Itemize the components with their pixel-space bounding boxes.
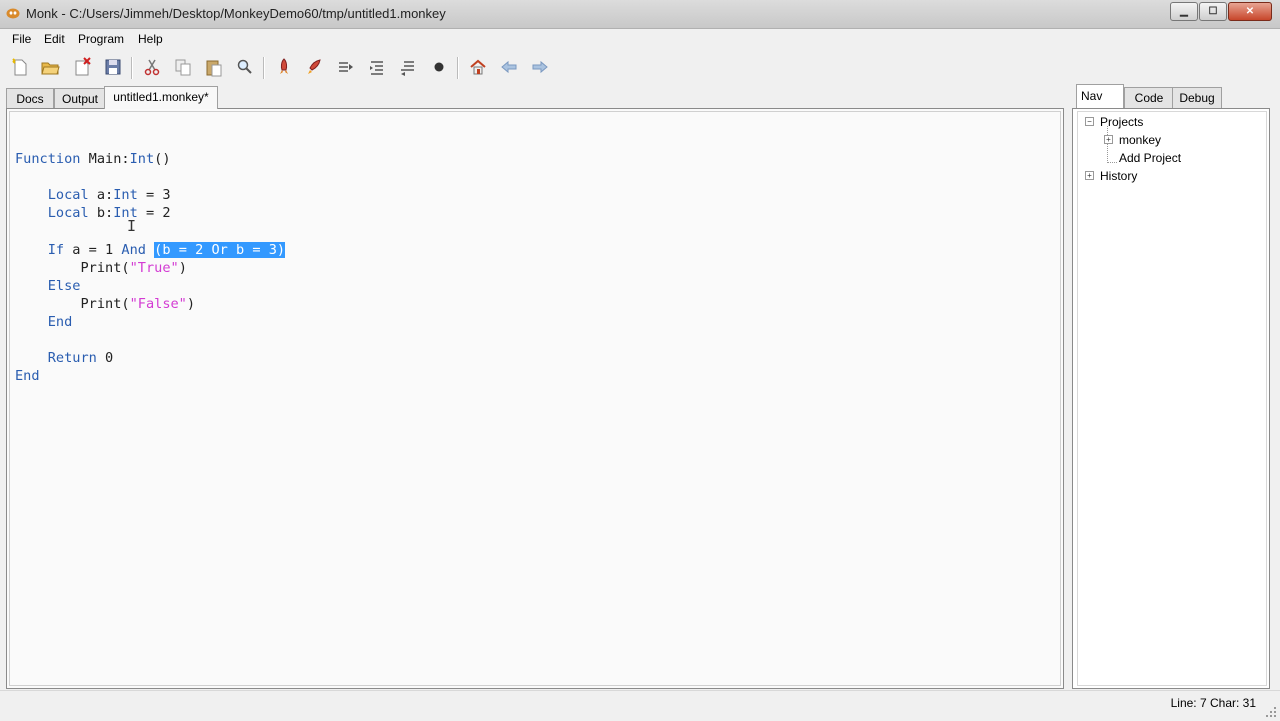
code-editor[interactable]: Function Main:Int() Local a:Int = 3 Loca… (6, 108, 1064, 689)
close-window-button[interactable]: ✕ (1228, 2, 1272, 21)
menu-help[interactable]: Help (138, 32, 163, 46)
editor-area[interactable]: Function Main:Int() Local a:Int = 3 Loca… (9, 111, 1061, 686)
new-file-icon (12, 58, 27, 76)
cursor-position: Line: 7 Char: 31 (1170, 696, 1256, 710)
save-button[interactable] (102, 56, 124, 78)
tree-line (1107, 126, 1108, 163)
back-icon (501, 60, 517, 74)
tab-output[interactable]: Output (54, 88, 106, 109)
toolbar-separator (457, 57, 459, 79)
paste-button[interactable] (203, 56, 225, 78)
build-and-run-button[interactable] (304, 56, 326, 78)
minimize-icon: ▁ (1180, 6, 1188, 17)
collapse-icon[interactable]: − (1085, 117, 1094, 126)
minimize-button[interactable]: ▁ (1170, 2, 1198, 21)
title-bar: Monk - C:/Users/Jimmeh/Desktop/MonkeyDem… (0, 0, 1280, 29)
find-button[interactable] (234, 56, 256, 78)
string-literal: "False" (129, 295, 187, 312)
build-button[interactable] (273, 56, 295, 78)
home-icon (470, 59, 486, 75)
step-in-button[interactable] (366, 56, 388, 78)
close-file-button[interactable] (71, 56, 93, 78)
menu-edit[interactable]: Edit (44, 32, 65, 46)
expand-icon[interactable]: + (1085, 171, 1094, 180)
keyword: And (121, 241, 146, 258)
monk-app-icon (6, 8, 20, 19)
nav-panel: − Projects + monkey Add Project + Histor… (1072, 108, 1270, 689)
cut-icon (144, 59, 160, 76)
kill-icon (434, 62, 444, 72)
step-out-icon (401, 61, 414, 76)
keyword: Int (113, 187, 138, 204)
build-icon (280, 58, 288, 74)
tree-item-add-project[interactable]: Add Project (1119, 151, 1181, 165)
tab-code[interactable]: Code (1124, 87, 1174, 109)
tree-line (1107, 162, 1117, 163)
keyword: End (15, 368, 40, 385)
step-in-icon (370, 61, 383, 75)
tab-nav[interactable]: Nav (1076, 84, 1124, 108)
code-text[interactable]: Function Main:Int() Local a:Int = 3 Loca… (15, 132, 286, 385)
menu-program[interactable]: Program (78, 32, 124, 46)
keyword: Int (129, 151, 155, 168)
keyword: Function (15, 151, 81, 168)
menu-bar: File Edit Program Help (0, 29, 1280, 49)
string-literal: "True" (129, 259, 179, 276)
window-controls: ▁ ☐ ✕ (1169, 2, 1272, 21)
step-icon (339, 62, 353, 72)
keyword: Else (47, 277, 81, 294)
copy-button[interactable] (172, 56, 194, 78)
status-bar: Line: 7 Char: 31 (0, 690, 1280, 721)
build-and-run-icon (308, 59, 321, 74)
expand-icon[interactable]: + (1104, 135, 1113, 144)
tab-docs[interactable]: Docs (6, 88, 54, 109)
text-cursor-icon: I (127, 217, 137, 235)
close-icon: ✕ (1245, 6, 1255, 17)
project-tree[interactable]: − Projects + monkey Add Project + Histor… (1077, 111, 1267, 686)
keyword: Local (47, 187, 89, 204)
kill-button[interactable] (428, 56, 450, 78)
selected-text: (b = 2 Or b = 3) (154, 241, 286, 258)
tab-untitled1[interactable]: untitled1.monkey* (104, 86, 218, 109)
forward-button[interactable] (529, 56, 551, 78)
open-folder-icon (41, 62, 60, 75)
toolbar-separator (131, 57, 133, 79)
step-out-button[interactable] (397, 56, 419, 78)
maximize-icon: ☐ (1208, 6, 1218, 17)
tree-item-history[interactable]: History (1100, 169, 1137, 183)
tree-item-monkey[interactable]: monkey (1119, 133, 1161, 147)
keyword: Return (47, 350, 97, 367)
resize-grip-icon[interactable] (1265, 706, 1277, 718)
paste-icon (206, 60, 222, 77)
new-file-button[interactable] (9, 56, 31, 78)
keyword: Local (47, 205, 89, 222)
tab-debug[interactable]: Debug (1172, 87, 1222, 109)
keyword: If (47, 241, 65, 258)
open-file-button[interactable] (39, 56, 61, 78)
cut-button[interactable] (141, 56, 163, 78)
keyword: End (47, 313, 73, 330)
home-button[interactable] (467, 56, 489, 78)
close-file-icon (75, 57, 91, 76)
save-icon (105, 59, 121, 75)
find-icon (237, 59, 252, 74)
maximize-button[interactable]: ☐ (1199, 2, 1227, 21)
toolbar (0, 50, 1280, 84)
step-button[interactable] (335, 56, 357, 78)
window-title: Monk - C:/Users/Jimmeh/Desktop/MonkeyDem… (26, 6, 446, 21)
tree-item-projects[interactable]: Projects (1100, 115, 1143, 129)
forward-icon (532, 60, 548, 74)
menu-file[interactable]: File (12, 32, 31, 46)
toolbar-separator (263, 57, 265, 79)
copy-icon (175, 59, 191, 76)
back-button[interactable] (498, 56, 520, 78)
side-panel-tabs: Nav Code Debug (1072, 84, 1272, 109)
